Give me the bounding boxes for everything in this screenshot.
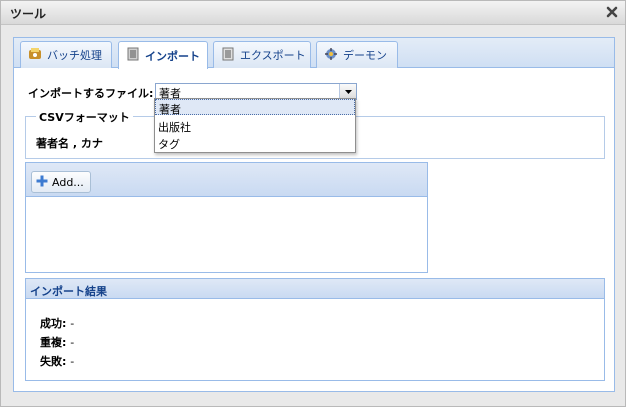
result-failure-value: - — [70, 355, 75, 368]
csv-format-text: 著者名 , カナ — [36, 137, 103, 150]
result-duplicate-value: - — [70, 336, 75, 349]
tab-import[interactable]: インポート — [118, 41, 208, 69]
import-result-panel: インポート結果 成功: - 重複: - 失敗: - — [25, 278, 605, 381]
tab-export[interactable]: エクスポート — [213, 41, 311, 68]
import-file-dropdown: 著者 出版社 タグ — [154, 98, 356, 153]
window-title: ツール — [10, 7, 47, 21]
daemon-icon — [324, 47, 338, 64]
batch-icon — [28, 47, 42, 64]
tab-import-label: インポート — [145, 49, 200, 63]
tab-batch-label: バッチ処理 — [47, 49, 102, 62]
tab-strip: バッチ処理 インポート エクスポート デーモン — [14, 38, 614, 69]
tab-daemon[interactable]: デーモン — [316, 41, 398, 68]
add-button-label: Add... — [52, 175, 84, 189]
result-failure-row: 失敗: - — [40, 353, 74, 369]
result-duplicate-label: 重複: — [40, 336, 67, 349]
close-icon[interactable] — [605, 5, 619, 19]
import-result-title: インポート結果 — [26, 279, 604, 299]
import-file-label: インポートするファイル: — [28, 87, 154, 100]
column-mapping-grid: Add... — [25, 162, 428, 273]
plus-icon — [36, 175, 48, 190]
dropdown-option-author[interactable]: 著者 — [155, 99, 355, 116]
result-success-row: 成功: - — [40, 315, 74, 331]
export-icon — [221, 47, 235, 64]
result-success-value: - — [70, 317, 75, 330]
dropdown-option-publisher[interactable]: 出版社 — [155, 118, 355, 134]
grid-toolbar: Add... — [26, 163, 427, 197]
tool-window: ツール バッチ処理 インポート エクスポート デーモン インポートするファイル:… — [0, 0, 626, 407]
chevron-down-icon[interactable] — [339, 84, 356, 99]
result-duplicate-row: 重複: - — [40, 334, 74, 350]
tab-daemon-label: デーモン — [343, 49, 387, 62]
import-icon — [126, 47, 140, 64]
add-button[interactable]: Add... — [31, 171, 91, 193]
tab-batch[interactable]: バッチ処理 — [20, 41, 112, 68]
csv-format-legend: CSVフォーマット — [36, 109, 133, 125]
dropdown-option-tag[interactable]: タグ — [155, 135, 355, 151]
window-titlebar: ツール — [1, 1, 625, 25]
tab-panel: バッチ処理 インポート エクスポート デーモン インポートするファイル: 著者 … — [13, 37, 615, 392]
tab-export-label: エクスポート — [240, 49, 306, 62]
result-success-label: 成功: — [40, 317, 67, 330]
result-failure-label: 失敗: — [40, 355, 67, 368]
